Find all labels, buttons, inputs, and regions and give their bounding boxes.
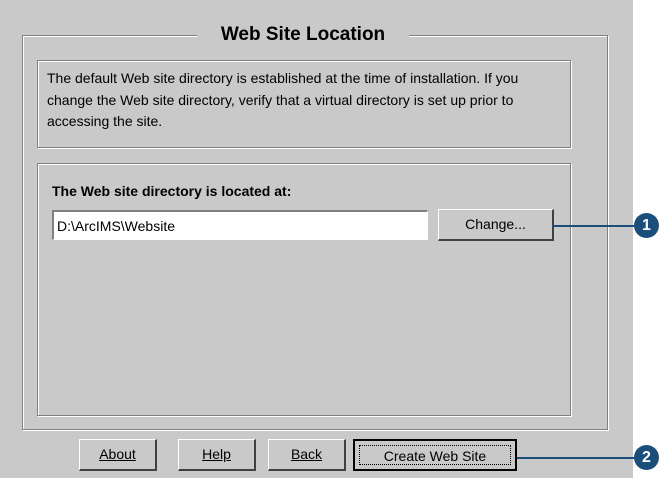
callout-2-line [517,457,638,459]
change-button[interactable]: Change... [438,209,554,241]
dialog-title: Web Site Location [197,22,409,48]
about-label: About [99,446,136,462]
directory-panel: The Web site directory is located at: Ch… [37,163,571,416]
create-web-site-label: Create Web Site [359,445,511,465]
callout-1-badge: 1 [634,213,659,238]
back-label: Back [290,446,323,462]
web-site-location-dialog: Web Site Location The default Web site d… [0,0,633,478]
back-button[interactable]: Back [268,439,346,471]
directory-path-input[interactable] [52,210,428,240]
callout-2-badge: 2 [634,445,659,470]
help-button[interactable]: Help [178,439,256,471]
about-button[interactable]: About [79,439,157,471]
callout-1-line [553,225,638,227]
directory-label: The Web site directory is located at: [52,183,292,199]
info-panel: The default Web site directory is establ… [37,60,571,148]
info-text: The default Web site directory is establ… [47,70,519,129]
help-label: Help [202,446,231,462]
create-web-site-button[interactable]: Create Web Site [353,439,517,471]
